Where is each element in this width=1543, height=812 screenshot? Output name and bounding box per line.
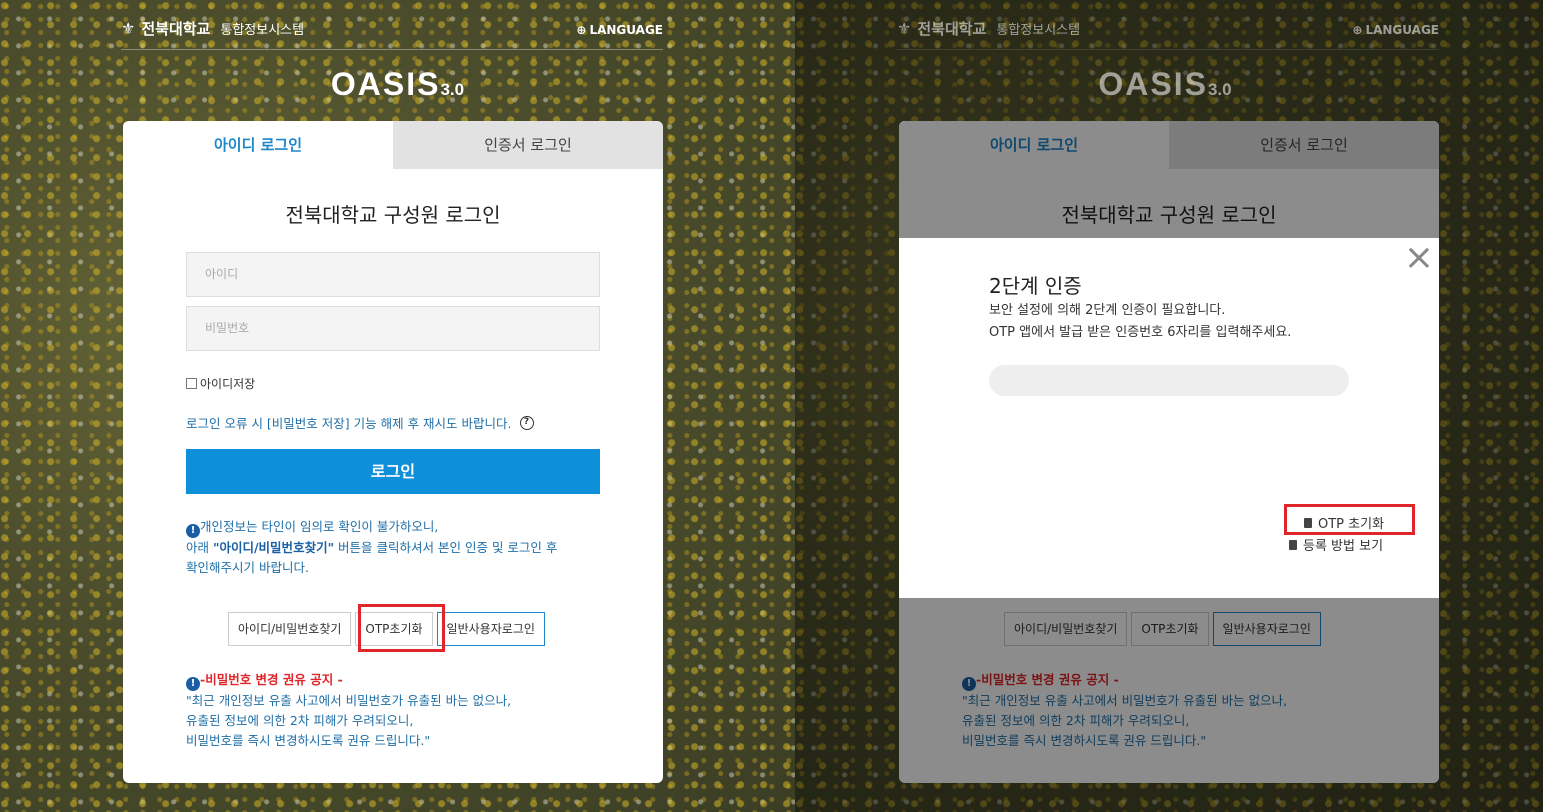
system-name: 통합정보시스템 <box>220 23 305 38</box>
password-input[interactable]: 비밀번호 <box>186 306 600 351</box>
otp-screen: ⚜ 전북대학교 통합정보시스템 ⊕ LANGUAGE OASIS3.0 아이디 … <box>795 0 1543 812</box>
language-label: LANGUAGE <box>1365 23 1439 37</box>
language-selector[interactable]: ⊕ LANGUAGE <box>1352 23 1439 37</box>
login-card: 아이디 로그인 인증서 로그인 전북대학교 구성원 로그인 아이디 비밀번호 아… <box>123 121 663 783</box>
university-logo[interactable]: ⚜ 전북대학교 통합정보시스템 <box>121 18 304 39</box>
otp-code-input[interactable] <box>989 365 1349 396</box>
oasis-name: OASIS <box>330 66 441 102</box>
globe-icon: ⊕ <box>1352 23 1363 37</box>
university-emblem-icon: ⚜ <box>121 19 136 38</box>
remember-id[interactable]: 아이디저장 <box>186 375 255 392</box>
modal-description: 보안 설정에 의해 2단계 인증이 필요합니다. OTP 앱에서 발급 받은 인… <box>989 300 1291 344</box>
system-name: 통합정보시스템 <box>996 23 1081 38</box>
oasis-version: 3.0 <box>440 80 465 99</box>
login-tabs: 아이디 로그인 인증서 로그인 <box>123 121 663 169</box>
language-selector[interactable]: ⊕ LANGUAGE <box>576 23 663 37</box>
login-title: 전북대학교 구성원 로그인 <box>285 203 501 227</box>
university-logo[interactable]: ⚜ 전북대학교 통합정보시스템 <box>897 18 1080 39</box>
otp-reset-highlight <box>1284 504 1415 535</box>
login-screen: ⚜ 전북대학교 통합정보시스템 ⊕ LANGUAGE OASIS3.0 아이디 … <box>0 0 795 812</box>
register-help-label: 등록 방법 보기 <box>1303 539 1384 554</box>
oasis-name: OASIS <box>1098 66 1208 102</box>
info-icon: ! <box>186 524 200 538</box>
modal-desc-line2: OTP 앱에서 발급 받은 인증번호 6자리를 입력해주세요. <box>989 325 1292 340</box>
notice-line2-bold: "아이디/비밀번호찾기" <box>212 540 335 555</box>
globe-icon: ⊕ <box>576 23 587 37</box>
id-input[interactable]: 아이디 <box>186 252 600 297</box>
notice-line3: 확인해주시기 바랍니다. <box>186 560 309 575</box>
login-card: 아이디 로그인 인증서 로그인 전북대학교 구성원 로그인 아이디/비밀번호찾기… <box>899 121 1439 783</box>
two-factor-modal: × 2단계 인증 보안 설정에 의해 2단계 인증이 필요합니다. OTP 앱에… <box>899 238 1439 598</box>
document-icon <box>1289 539 1297 550</box>
otp-reset-highlight <box>358 604 445 652</box>
privacy-notice: ! 개인정보는 타인이 임의로 확인이 불가하오니, 아래 "아이디/비밀번호찾기… <box>186 517 557 578</box>
oasis-logo: OASIS3.0 <box>795 66 1535 103</box>
modal-title: 2단계 인증 <box>989 274 1082 298</box>
oasis-logo: OASIS3.0 <box>0 66 795 103</box>
university-name: 전북대학교 <box>917 20 987 38</box>
notice-line1: 개인정보는 타인이 임의로 확인이 불가하오니, <box>200 519 439 534</box>
register-help-link[interactable]: 등록 방법 보기 <box>1289 535 1383 554</box>
login-button[interactable]: 로그인 <box>186 449 600 494</box>
general-user-login-button[interactable]: 일반사용자로그인 <box>436 612 545 646</box>
login-hint: 로그인 오류 시 [비밀번호 저장] 기능 해제 후 재시도 바랍니다. ? <box>186 413 534 432</box>
top-header: ⚜ 전북대학교 통합정보시스템 ⊕ LANGUAGE <box>121 14 663 50</box>
tab-cert-login[interactable]: 인증서 로그인 <box>393 121 663 169</box>
remember-label: 아이디저장 <box>200 377 256 391</box>
tab-id-login[interactable]: 아이디 로그인 <box>123 121 393 169</box>
warning-title: -비밀번호 변경 권유 공지 - <box>200 672 343 687</box>
notice-line2-pre: 아래 <box>186 540 213 555</box>
close-icon[interactable]: × <box>1401 240 1437 276</box>
warning-line1: "최근 개인정보 유출 사고에서 비밀번호가 유출된 바는 없으나, <box>186 693 512 708</box>
university-emblem-icon: ⚜ <box>897 19 912 38</box>
login-hint-text: 로그인 오류 시 [비밀번호 저장] 기능 해제 후 재시도 바랍니다. <box>186 416 512 431</box>
help-icon[interactable]: ? <box>519 415 534 430</box>
notice-line2-post: 버튼을 클릭하셔서 본인 인증 및 로그인 후 <box>334 540 558 555</box>
top-header: ⚜ 전북대학교 통합정보시스템 ⊕ LANGUAGE <box>897 14 1439 50</box>
find-account-button[interactable]: 아이디/비밀번호찾기 <box>228 612 352 646</box>
remember-checkbox[interactable] <box>186 378 197 389</box>
language-label: LANGUAGE <box>589 23 663 37</box>
alert-icon: ! <box>186 677 200 691</box>
modal-desc-line1: 보안 설정에 의해 2단계 인증이 필요합니다. <box>989 303 1226 318</box>
warning-line2: 유출된 정보에 의한 2차 피해가 우려되오니, <box>186 713 414 728</box>
warning-line3: 비밀번호를 즉시 변경하시도록 권유 드립니다." <box>186 733 431 748</box>
university-name: 전북대학교 <box>141 20 211 38</box>
password-change-notice: ! -비밀번호 변경 권유 공지 - "최근 개인정보 유출 사고에서 비밀번호가… <box>186 670 511 751</box>
oasis-version: 3.0 <box>1207 80 1232 99</box>
